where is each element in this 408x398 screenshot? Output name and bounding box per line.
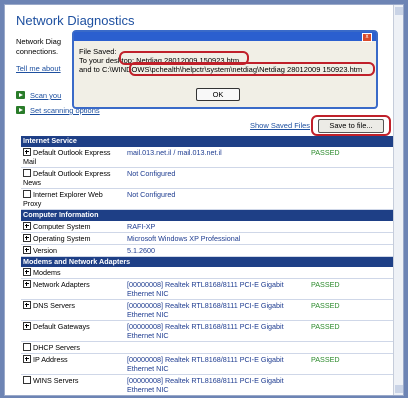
row-status: PASSED [311,301,340,310]
section-title: Computer Information [23,210,99,219]
expand-icon[interactable] [23,268,31,276]
system-path-prefix: and to [79,65,100,74]
row-status: PASSED [311,280,340,289]
row-value: mail.013.net.il / mail.013.net.il [127,148,222,157]
row-label: DHCP Servers [33,343,80,352]
system-path-highlight [129,62,375,76]
row-status [309,189,393,210]
expand-icon[interactable] [23,245,31,254]
row-value [125,267,309,279]
row-status [309,342,393,354]
vertical-scrollbar[interactable] [393,5,403,395]
table-row: Default Outlook Express Mail mail.013.net… [21,147,393,168]
row-label: Internet Explorer Web Proxy [23,190,103,208]
tell-me-about-link[interactable]: Tell me about [16,64,61,73]
table-row: DNS Servers [00000008] Realtek RTL8168/81… [21,300,393,321]
row-status [309,244,393,256]
row-status [309,221,393,233]
row-value: [00000008] Realtek RTL8168/8111 PCI-E Gi… [127,301,284,319]
checkbox-icon[interactable] [23,190,31,198]
scan-link[interactable]: Scan you [30,91,61,100]
section-header: Modems and Network Adapters [21,256,393,267]
row-value [125,342,309,354]
row-status [309,232,393,244]
row-status [309,375,393,396]
expand-icon[interactable] [23,148,31,156]
row-label: Default Gateways [33,322,90,331]
row-value: [00000008] Realtek RTL8168/8111 PCI-E Gi… [127,322,284,340]
expand-icon[interactable] [23,280,31,288]
row-value: Microsoft Windows XP Professional [127,233,241,243]
row-label: Version [33,245,57,255]
expand-icon[interactable] [23,233,31,242]
intro-line-1: Network Diag [16,37,62,46]
checkbox-icon[interactable] [23,169,31,177]
row-label: IP Address [33,355,68,364]
ok-button[interactable]: OK [196,88,240,101]
diagnostics-table: Internet Service Default Outlook Express … [21,136,393,397]
section-title: Modems and Network Adapters [23,256,131,266]
row-value: Not Configured [127,169,176,178]
row-value [125,396,309,397]
row-value: 5.1.2600 [127,245,155,255]
row-label: WINS Servers [33,376,79,385]
row-status [309,267,393,279]
expand-icon[interactable] [23,355,31,363]
save-button-highlight [311,115,391,136]
table-row: Version 5.1.2600 [21,244,393,256]
table-row: IP Address [00000008] Realtek RTL8168/811… [21,354,393,375]
table-row: Network Clients [21,396,393,397]
row-value: [00000008] Realtek RTL8168/8111 PCI-E Gi… [127,376,284,394]
row-label: Computer System [33,221,91,231]
row-status: PASSED [311,148,340,157]
table-row: Network Adapters [00000008] Realtek RTL81… [21,279,393,300]
table-row: Modems [21,267,393,279]
section-title: Internet Service [23,136,77,145]
expand-icon[interactable] [23,322,31,330]
close-icon[interactable]: x [362,33,372,42]
intro-line-2: connections. [16,47,59,56]
row-status [309,396,393,397]
table-row: WINS Servers [00000008] Realtek RTL8168/8… [21,375,393,396]
row-status: PASSED [311,322,340,331]
table-row: Computer System RAFI-XP [21,221,393,233]
row-status: PASSED [311,355,340,364]
section-header: Computer Information [21,209,393,221]
row-label: Modems [33,268,61,277]
row-label: Network Adapters [33,280,90,289]
network-diagnostics-window: Network Diagnostics Network Diag connect… [4,4,404,396]
expand-icon[interactable] [23,221,31,230]
options-arrow-icon [16,106,25,114]
checkbox-icon[interactable] [23,343,31,351]
table-row: Default Gateways [00000008] Realtek RTL81… [21,321,393,342]
scan-arrow-icon [16,91,25,99]
scroll-up-button[interactable] [395,7,403,15]
row-value: RAFI-XP [127,221,156,231]
row-label: Default Outlook Express News [23,169,111,187]
page-title: Network Diagnostics [16,13,135,28]
table-row: Internet Explorer Web Proxy Not Configure… [21,189,393,210]
table-row: Default Outlook Express News Not Configur… [21,168,393,189]
section-header: Internet Service [21,136,393,147]
expand-icon[interactable] [23,301,31,309]
row-value: [00000008] Realtek RTL8168/8111 PCI-E Gi… [127,355,284,373]
show-saved-files-link[interactable]: Show Saved Files [250,121,310,130]
row-status [309,168,393,189]
row-value: Not Configured [127,190,176,199]
row-label: Operating System [33,233,91,243]
row-label: DNS Servers [33,301,75,310]
row-value: [00000008] Realtek RTL8168/8111 PCI-E Gi… [127,280,284,298]
checkbox-icon[interactable] [23,376,31,384]
scroll-down-button[interactable] [395,385,403,393]
row-label: Default Outlook Express Mail [23,148,111,166]
table-row: DHCP Servers [21,342,393,354]
table-row: Operating System Microsoft Windows XP Pro… [21,232,393,244]
file-saved-dialog: x File Saved: To your desktop: Netdiag 2… [72,30,378,109]
dialog-titlebar [74,32,376,41]
